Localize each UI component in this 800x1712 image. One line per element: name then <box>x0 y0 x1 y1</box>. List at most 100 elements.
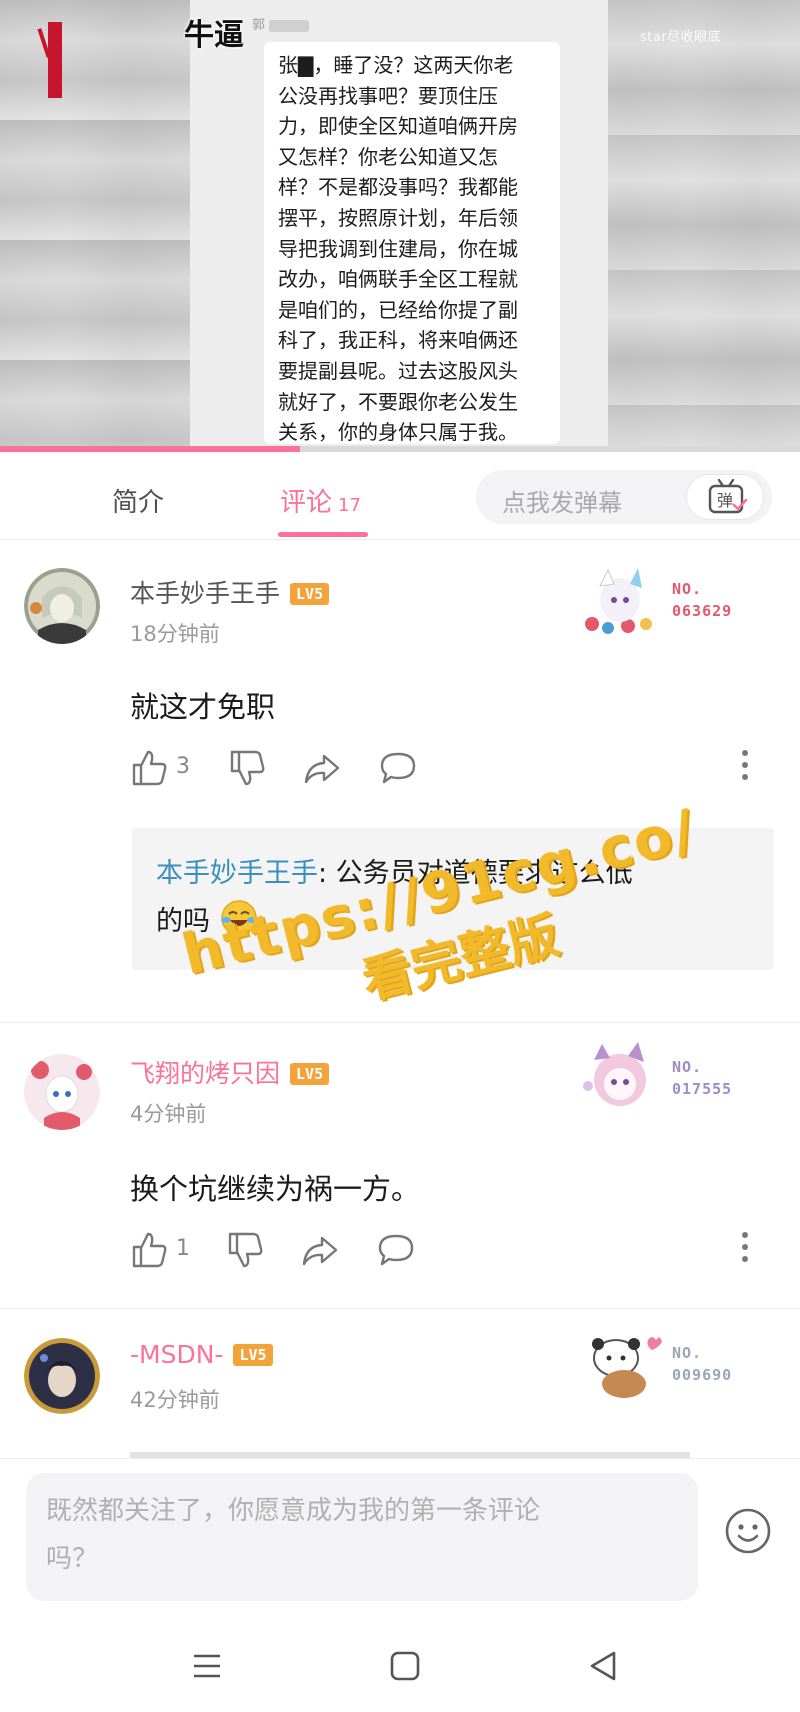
comment-divider <box>0 1022 800 1023</box>
comment-input-bar: 既然都关注了，你愿意成为我的第一条评论 吗？ <box>0 1458 800 1618</box>
avatar[interactable] <box>24 1054 100 1130</box>
comment-divider <box>0 1308 800 1309</box>
tab-comments[interactable]: 评论 17 <box>280 482 361 519</box>
fan-badge: NO. 009690 <box>572 1328 772 1400</box>
danmaku-toggle-button[interactable]: 弹 <box>686 474 764 520</box>
video-blurred-background-right <box>608 0 800 452</box>
laughing-crying-emoji-icon <box>219 898 259 954</box>
username-text: -MSDN- <box>130 1340 224 1369</box>
comment-time: 4分钟前 <box>130 1102 207 1126</box>
chat-line: 就好了，不要跟你老公发生 <box>278 389 518 414</box>
dislike-button[interactable] <box>226 1230 264 1270</box>
fan-badge-image <box>592 1337 662 1398</box>
share-button[interactable] <box>302 748 342 788</box>
avatar[interactable] <box>24 1338 100 1414</box>
channel-watermark: star尽收眼底 <box>640 30 722 45</box>
share-icon <box>304 754 340 784</box>
share-button[interactable] <box>300 1230 340 1270</box>
chat-line: 关系，你的身体只属于我。 <box>278 420 518 445</box>
comment-time: 18分钟前 <box>130 622 220 646</box>
comment-text: 换个坑继续为祸一方。 <box>130 1172 421 1206</box>
thumbs-down-icon <box>230 750 265 786</box>
chat-sender-name-redacted: 郭 <box>252 14 309 33</box>
reply-text-line2: 的吗 <box>156 906 210 937</box>
more-options-icon[interactable] <box>740 1232 750 1266</box>
avatar-image <box>24 1054 100 1130</box>
fan-number-label: NO. <box>672 580 703 598</box>
video-blurred-background-left <box>0 0 190 452</box>
chat-line: 张▇，睡了没？这两天你老 <box>278 53 514 77</box>
danmaku-input[interactable]: 点我发弹幕 弹 <box>476 470 772 524</box>
video-caption: 牛逼 <box>184 18 244 53</box>
comment-time: 42分钟前 <box>130 1388 220 1412</box>
video-player[interactable]: 郭 张▇，睡了没？这两天你老 公没再找事吧？要顶住压 力，即使全区知道咱俩开房 … <box>0 0 800 452</box>
nav-home-button[interactable] <box>384 1648 424 1684</box>
reply-text-line1: : 公务员对道德要求这么低 <box>318 858 633 889</box>
comment-username[interactable]: -MSDN- LV5 <box>130 1340 273 1369</box>
emoji-button[interactable] <box>722 1505 774 1557</box>
comment-input-placeholder-line1: 既然都关注了，你愿意成为我的第一条评论 <box>46 1496 541 1526</box>
reply-author[interactable]: 本手妙手王手 <box>156 858 318 889</box>
chat-line: 导把我调到住建局，你在城 <box>278 236 518 261</box>
more-options-icon[interactable] <box>740 750 750 784</box>
comment-item: -MSDN- LV5 42分钟前 NO. 009690 <box>0 1310 800 1458</box>
like-button[interactable]: 3 <box>130 748 190 788</box>
system-navigation-bar <box>0 1618 800 1712</box>
back-triangle-icon <box>590 1651 616 1681</box>
chat-message-bubble: 张▇，睡了没？这两天你老 公没再找事吧？要顶住压 力，即使全区知道咱俩开房 又怎… <box>264 42 560 444</box>
fan-number-value: 017555 <box>672 1080 733 1098</box>
comment-item: 飞翔的烤只因 LV5 4分钟前 NO. 017555 换个坑继续为祸一方。 1 <box>0 1024 800 1306</box>
danmaku-placeholder: 点我发弹幕 <box>502 489 622 517</box>
red-logo-mark <box>48 22 62 98</box>
level-badge: LV5 <box>290 583 330 605</box>
avatar-image <box>24 1338 100 1414</box>
chat-line: 是咱们的，已经给你提了副 <box>278 297 518 322</box>
menu-icon <box>194 1654 220 1678</box>
danmaku-glyph: 弹 <box>717 491 733 510</box>
reply-button[interactable] <box>378 748 418 788</box>
level-badge: LV5 <box>233 1344 273 1366</box>
fan-badge: NO. 063629 <box>572 564 772 636</box>
comment-input[interactable]: 既然都关注了，你愿意成为我的第一条评论 吗？ <box>26 1473 698 1601</box>
like-count: 1 <box>176 1236 190 1261</box>
chat-line: 要提副县呢。过去这股风头 <box>278 358 518 383</box>
fan-badge-image <box>585 568 652 634</box>
thumbs-up-icon <box>132 1232 167 1268</box>
username-text: 飞翔的烤只因 <box>130 1059 281 1088</box>
fan-number-value: 009690 <box>672 1366 733 1384</box>
home-square-icon <box>390 1651 420 1681</box>
fan-number-label: NO. <box>672 1344 703 1362</box>
nav-back-button[interactable] <box>584 1648 624 1684</box>
chat-line: 公没再找事吧？要顶住压 <box>278 83 498 108</box>
like-button[interactable]: 1 <box>130 1230 190 1270</box>
tab-bar: 简介 评论 17 点我发弹幕 弹 <box>0 452 800 540</box>
share-icon <box>302 1236 338 1266</box>
tab-comments-label: 评论 <box>280 488 333 518</box>
comment-actions: 3 <box>130 748 750 788</box>
nav-menu-button[interactable] <box>186 1648 226 1684</box>
comment-text: 就这才免职 <box>130 690 276 724</box>
reply-preview[interactable]: 本手妙手王手: 公务员对道德要求这么低 的吗 <box>132 828 774 970</box>
thumbs-up-icon <box>132 750 167 786</box>
chat-line: 摆平，按照原计划，年后领 <box>278 205 518 230</box>
avatar[interactable] <box>24 568 100 644</box>
fan-number: NO. 009690 <box>672 1342 732 1386</box>
username-text: 本手妙手王手 <box>130 579 281 608</box>
dislike-button[interactable] <box>228 748 266 788</box>
tab-comments-count: 17 <box>338 495 361 516</box>
fan-number-label: NO. <box>672 1058 703 1076</box>
chat-line: 又怎样？你老公知道又怎 <box>278 144 498 169</box>
avatar-image <box>24 568 100 644</box>
comment-bubble-icon <box>378 1234 414 1266</box>
fan-number-value: 063629 <box>672 602 733 620</box>
comment-username[interactable]: 本手妙手王手 LV5 <box>130 574 330 610</box>
level-badge: LV5 <box>290 1063 330 1085</box>
fan-badge: NO. 017555 <box>572 1042 772 1114</box>
reply-button[interactable] <box>376 1230 416 1270</box>
chat-screenshot: 郭 张▇，睡了没？这两天你老 公没再找事吧？要顶住压 力，即使全区知道咱俩开房 … <box>190 0 608 452</box>
comment-username[interactable]: 飞翔的烤只因 LV5 <box>130 1054 330 1090</box>
chat-line: 力，即使全区知道咱俩开房 <box>278 114 518 139</box>
chat-line: 样？不是都没事吗？我都能 <box>278 175 518 200</box>
comment-bubble-icon <box>380 752 416 784</box>
tab-intro[interactable]: 简介 <box>112 482 164 519</box>
